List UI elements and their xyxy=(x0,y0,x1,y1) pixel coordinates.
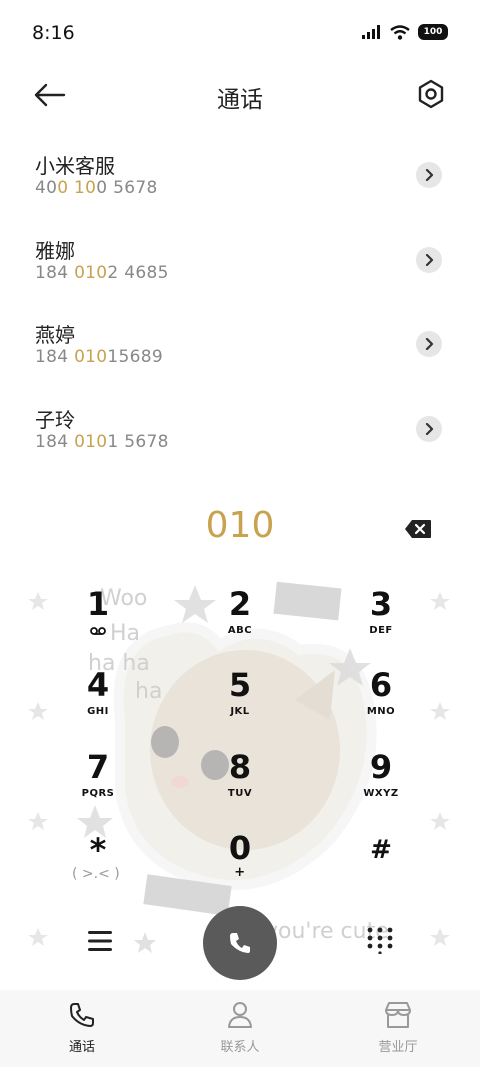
key-letters: JKL xyxy=(230,706,250,717)
signal-icon xyxy=(362,25,380,39)
list-item[interactable]: 子玲 184 0101 5678 xyxy=(0,392,480,477)
settings-button[interactable] xyxy=(416,78,446,110)
status-bar: 8:16 100 xyxy=(0,0,480,68)
contact-list: 小米客服 400 100 5678 雅娜 184 0102 4685 燕婷 18… xyxy=(0,138,480,476)
key-letters: TUV xyxy=(227,788,253,799)
list-item[interactable]: 燕婷 184 01015689 xyxy=(0,307,480,392)
detail-button[interactable] xyxy=(416,415,442,442)
battery-icon: 100 xyxy=(418,24,448,40)
key-letters: ABC xyxy=(227,625,253,636)
person-icon xyxy=(228,1002,252,1028)
key-3[interactable]: 3 DEF xyxy=(326,587,436,657)
backspace-button[interactable] xyxy=(404,519,432,539)
key-digit: 9 xyxy=(369,748,393,786)
key-letters: + xyxy=(234,865,246,880)
chevron-right-icon xyxy=(425,253,434,266)
tab-label: 联系人 xyxy=(220,1040,260,1055)
key-0[interactable]: 0 + xyxy=(185,831,295,901)
call-button[interactable] xyxy=(203,906,277,980)
key-4[interactable]: 4 GHI xyxy=(43,668,153,738)
tab-calls[interactable]: 通话 xyxy=(32,1000,132,1055)
detail-button[interactable] xyxy=(416,331,442,357)
key-letters: PQRS xyxy=(81,788,115,799)
menu-icon xyxy=(88,931,112,951)
chevron-right-icon xyxy=(425,338,434,350)
contact-name: 小米客服 xyxy=(35,154,115,178)
gear-icon xyxy=(418,79,444,109)
key-8[interactable]: 8 TUV xyxy=(185,750,295,820)
contact-name: 燕婷 xyxy=(35,323,75,347)
status-time: 8:16 xyxy=(32,22,75,44)
page-title: 通话 xyxy=(217,87,263,113)
key-7[interactable]: 7 PQRS xyxy=(43,750,153,820)
tab-label: 通话 xyxy=(68,1040,95,1055)
contact-number: 184 01015689 xyxy=(35,347,164,367)
key-5[interactable]: 5 JKL xyxy=(185,668,295,738)
key-digit: 7 xyxy=(86,748,110,786)
key-digit: 1 xyxy=(86,585,110,623)
key-star[interactable]: * xyxy=(43,833,153,903)
contact-number: 184 0102 4685 xyxy=(35,262,169,283)
detail-button[interactable] xyxy=(416,162,442,188)
top-bar: 通话 xyxy=(0,68,480,122)
phone-icon xyxy=(230,933,250,953)
wifi-icon xyxy=(390,24,410,40)
contact-number: 184 0101 5678 xyxy=(35,431,169,452)
key-digit: 8 xyxy=(228,748,252,786)
store-icon xyxy=(385,1002,411,1028)
key-digit: 3 xyxy=(369,585,393,623)
contact-name: 子玲 xyxy=(35,407,75,432)
key-digit: * xyxy=(89,831,107,869)
key-digit: 6 xyxy=(369,666,393,704)
hide-keypad-button[interactable] xyxy=(366,926,394,955)
list-item[interactable]: 雅娜 184 0102 4685 xyxy=(0,223,480,308)
key-digit: 0 xyxy=(228,829,252,867)
key-letters: WXYZ xyxy=(363,788,399,799)
status-icons: 100 xyxy=(362,24,448,40)
key-2[interactable]: 2 ABC xyxy=(185,587,295,657)
key-1[interactable]: 1 xyxy=(43,587,153,657)
dialer-actions xyxy=(0,900,480,980)
key-digit: # xyxy=(370,835,392,865)
chevron-right-icon xyxy=(425,422,434,435)
key-letters: MNO xyxy=(366,706,396,717)
key-digit: 2 xyxy=(228,585,252,623)
menu-button[interactable] xyxy=(87,929,113,953)
key-letters: DEF xyxy=(369,625,393,636)
backspace-icon xyxy=(405,520,431,538)
dial-display: 010 xyxy=(0,505,480,551)
battery-level: 100 xyxy=(423,27,443,37)
phone-icon xyxy=(70,1003,94,1027)
contact-number: 400 100 5678 xyxy=(35,178,158,198)
key-hash[interactable]: # xyxy=(326,833,436,903)
detail-button[interactable] xyxy=(416,246,442,273)
bottom-tab-bar: 通话 联系人 营业厅 xyxy=(0,990,480,1067)
tab-label: 营业厅 xyxy=(378,1040,418,1055)
key-6[interactable]: 6 MNO xyxy=(326,668,436,738)
key-9[interactable]: 9 WXYZ xyxy=(326,750,436,820)
chevron-right-icon xyxy=(425,169,434,181)
key-letters: GHI xyxy=(87,706,109,717)
tab-contacts[interactable]: 联系人 xyxy=(190,1000,290,1055)
dialpad-icon xyxy=(367,927,393,955)
list-item[interactable]: 小米客服 400 100 5678 xyxy=(0,138,480,223)
tab-store[interactable]: 营业厅 xyxy=(348,1000,448,1055)
key-digit: 5 xyxy=(228,666,252,704)
voicemail-icon xyxy=(90,627,106,635)
contact-name: 雅娜 xyxy=(35,238,75,263)
key-digit: 4 xyxy=(86,666,110,704)
